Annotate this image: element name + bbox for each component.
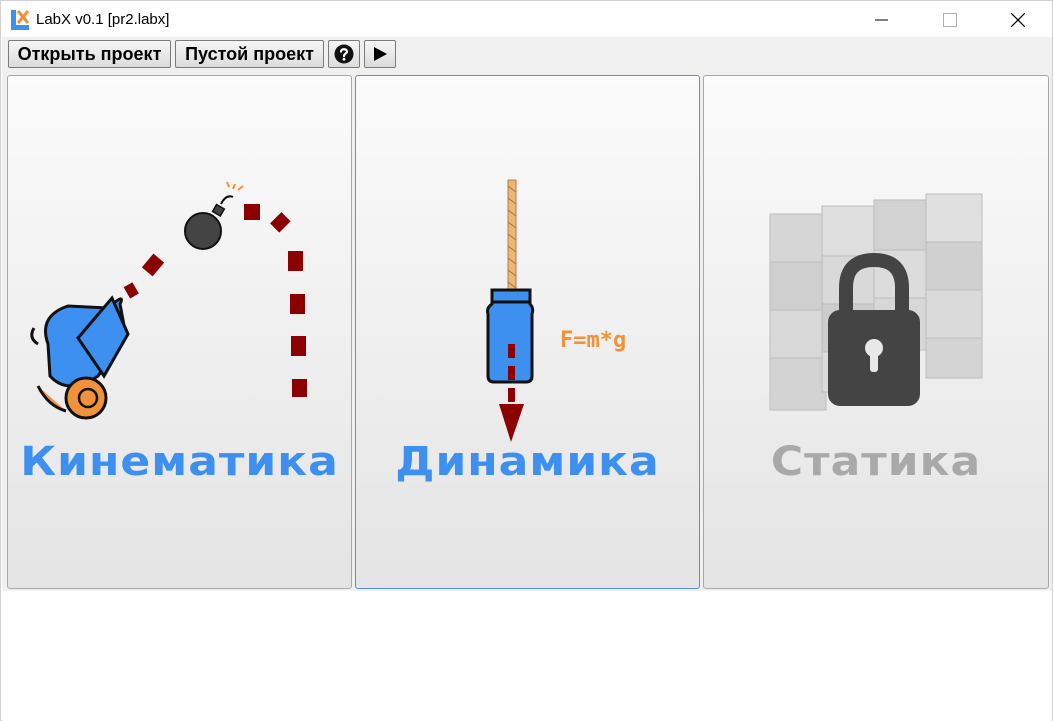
minimize-button[interactable] bbox=[859, 1, 905, 37]
close-button[interactable] bbox=[995, 1, 1041, 37]
kinematics-panel[interactable]: Кинематика bbox=[7, 75, 352, 589]
close-icon bbox=[1011, 13, 1025, 27]
open-project-button[interactable]: Открыть проект bbox=[8, 40, 171, 68]
statics-label: Статика bbox=[770, 438, 982, 485]
minimize-icon bbox=[875, 19, 888, 21]
maximize-icon bbox=[943, 13, 957, 27]
statics-panel[interactable]: Статика bbox=[703, 75, 1049, 589]
formula-label: F=m*g bbox=[560, 328, 627, 353]
labx-logo-icon bbox=[11, 10, 29, 30]
run-button[interactable] bbox=[364, 40, 396, 68]
module-panels: Кинематика F=m*g Динамика Статика bbox=[2, 73, 1052, 591]
toolbar: Открыть проект Пустой проект bbox=[2, 37, 1052, 73]
locked-wall-icon bbox=[769, 193, 983, 411]
question-circle-icon bbox=[334, 44, 354, 64]
window-title: LabX v0.1 [pr2.labx] bbox=[36, 11, 170, 28]
cannon-icon bbox=[30, 181, 307, 420]
dynamics-panel[interactable]: F=m*g Динамика bbox=[355, 75, 700, 589]
dynamics-label: Динамика bbox=[395, 438, 660, 485]
help-button[interactable] bbox=[328, 40, 360, 68]
play-icon bbox=[374, 47, 387, 61]
app-window: LabX v0.1 [pr2.labx] Открыть проект Пуст… bbox=[0, 0, 1053, 721]
maximize-button[interactable] bbox=[927, 1, 973, 37]
empty-content-area bbox=[2, 591, 1052, 721]
kinematics-label: Кинематика bbox=[20, 438, 339, 485]
hanging-weight-icon bbox=[486, 179, 535, 442]
title-bar: LabX v0.1 [pr2.labx] bbox=[1, 1, 1052, 37]
empty-project-button[interactable]: Пустой проект bbox=[175, 40, 324, 68]
